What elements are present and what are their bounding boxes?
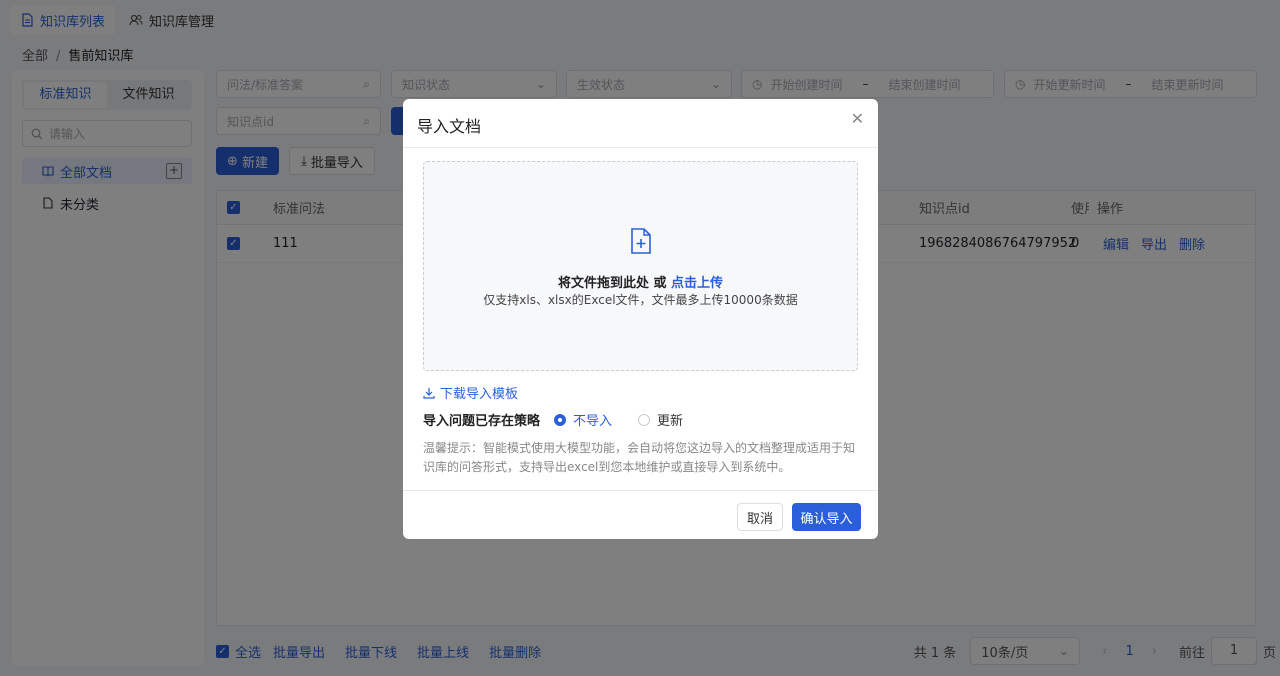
drop-text: 将文件拖到此处 bbox=[557, 276, 649, 291]
download-icon bbox=[423, 387, 435, 399]
strategy-row: 导入问题已存在策略 不导入 更新 bbox=[423, 410, 683, 429]
radio-label: 不导入 bbox=[573, 414, 613, 429]
confirm-import-button[interactable]: 确认导入 bbox=[792, 503, 861, 531]
strategy-label: 导入问题已存在策略 bbox=[423, 414, 541, 429]
radio-label: 更新 bbox=[657, 414, 684, 429]
import-dialog: 导入文档 ✕ 将文件拖到此处 或 点击上传 仅支持xls、xlsx的Excel文… bbox=[403, 99, 878, 539]
close-icon[interactable]: ✕ bbox=[851, 109, 864, 128]
dropzone-subtext: 仅支持xls、xlsx的Excel文件，文件最多上传10000条数据 bbox=[483, 293, 798, 307]
download-template-label: 下载导入模板 bbox=[440, 387, 519, 402]
divider bbox=[403, 490, 878, 491]
dialog-title: 导入文档 bbox=[417, 117, 482, 136]
dropzone-text: 将文件拖到此处 或 点击上传 bbox=[424, 272, 857, 291]
radio-skip[interactable]: 不导入 bbox=[554, 410, 612, 429]
radio-selected-icon bbox=[554, 413, 567, 426]
click-upload-link[interactable]: 点击上传 bbox=[671, 276, 723, 291]
file-plus-icon bbox=[631, 228, 651, 254]
cancel-button[interactable]: 取消 bbox=[737, 503, 783, 531]
drop-or: 或 bbox=[653, 276, 667, 291]
upload-dropzone[interactable]: 将文件拖到此处 或 点击上传 仅支持xls、xlsx的Excel文件，文件最多上… bbox=[423, 161, 858, 371]
download-template-link[interactable]: 下载导入模板 bbox=[423, 383, 518, 402]
radio-update[interactable]: 更新 bbox=[638, 410, 683, 429]
divider bbox=[403, 147, 878, 148]
tip-text: 温馨提示：智能模式使用大模型功能，会自动将您这边导入的文档整理成适用于知识库的问… bbox=[423, 441, 856, 474]
radio-unselected-icon bbox=[638, 413, 651, 426]
